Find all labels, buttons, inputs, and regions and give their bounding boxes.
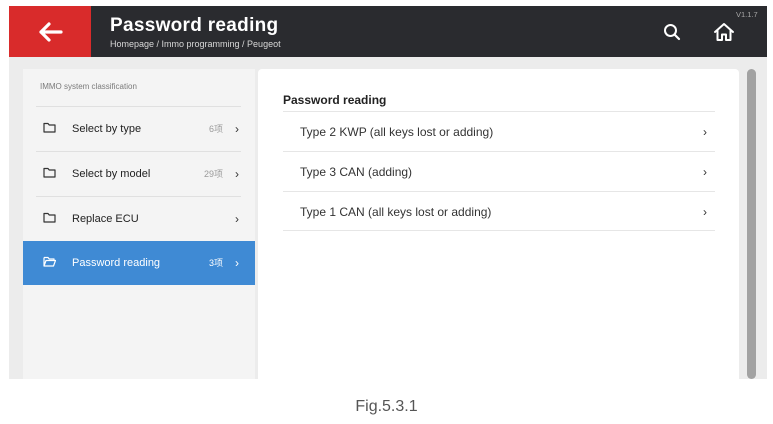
device-screen: Password reading Homepage / Immo program…: [9, 6, 767, 379]
section-title: Password reading: [283, 93, 387, 107]
item-count: 29项: [203, 169, 223, 179]
home-icon: [714, 23, 734, 41]
sidebar-item-select-by-model[interactable]: Select by model 29项 ›: [23, 152, 255, 196]
header-bar: Password reading Homepage / Immo program…: [9, 6, 767, 57]
back-button[interactable]: [9, 6, 91, 57]
sidebar-item-label: Select by type: [72, 123, 142, 135]
folder-icon: [43, 122, 56, 133]
home-button[interactable]: [710, 18, 738, 46]
chevron-right-icon: ›: [703, 165, 707, 179]
chevron-right-icon: ›: [235, 122, 239, 136]
sidebar-item-label: Password reading: [72, 257, 161, 269]
list-item-label: Type 3 CAN (adding): [300, 165, 413, 179]
list-item[interactable]: Type 2 KWP (all keys lost or adding) ›: [283, 111, 715, 151]
chevron-right-icon: ›: [235, 256, 239, 270]
breadcrumb: Homepage / Immo programming / Peugeot: [110, 39, 281, 49]
chevron-right-icon: ›: [235, 212, 239, 226]
list-divider: [283, 230, 715, 231]
list-item-label: Type 2 KWP (all keys lost or adding): [300, 125, 494, 139]
scrollbar[interactable]: [747, 69, 756, 379]
chevron-right-icon: ›: [703, 125, 707, 139]
list-item-label: Type 1 CAN (all keys lost or adding): [300, 205, 492, 219]
arrow-left-icon: [39, 21, 63, 42]
folder-open-icon: [43, 256, 56, 267]
item-count: 6项: [208, 124, 223, 134]
sidebar-item-select-by-type[interactable]: Select by type 6项 ›: [23, 107, 255, 151]
sidebar-item-label: Select by model: [72, 168, 151, 180]
chevron-right-icon: ›: [235, 167, 239, 181]
folder-icon: [43, 167, 56, 178]
main-panel: Password reading Type 2 KWP (all keys lo…: [258, 69, 739, 379]
folder-icon: [43, 212, 56, 223]
sidebar-item-replace-ecu[interactable]: Replace ECU ›: [23, 197, 255, 241]
sidebar-heading: IMMO system classification: [40, 82, 137, 91]
sidebar: IMMO system classification Select by typ…: [23, 69, 255, 379]
search-button[interactable]: [659, 19, 685, 45]
chevron-right-icon: ›: [703, 205, 707, 219]
list-item[interactable]: Type 3 CAN (adding) ›: [283, 151, 715, 191]
sidebar-item-label: Replace ECU: [72, 213, 139, 225]
figure-caption: Fig.5.3.1: [355, 398, 418, 415]
search-icon: [664, 24, 681, 41]
page-title: Password reading: [110, 15, 279, 36]
version-label: V1.1.7: [736, 10, 758, 19]
item-count: 3项: [208, 258, 223, 268]
sidebar-item-password-reading[interactable]: Password reading 3项 ›: [23, 241, 255, 285]
list-item[interactable]: Type 1 CAN (all keys lost or adding) ›: [283, 191, 715, 231]
